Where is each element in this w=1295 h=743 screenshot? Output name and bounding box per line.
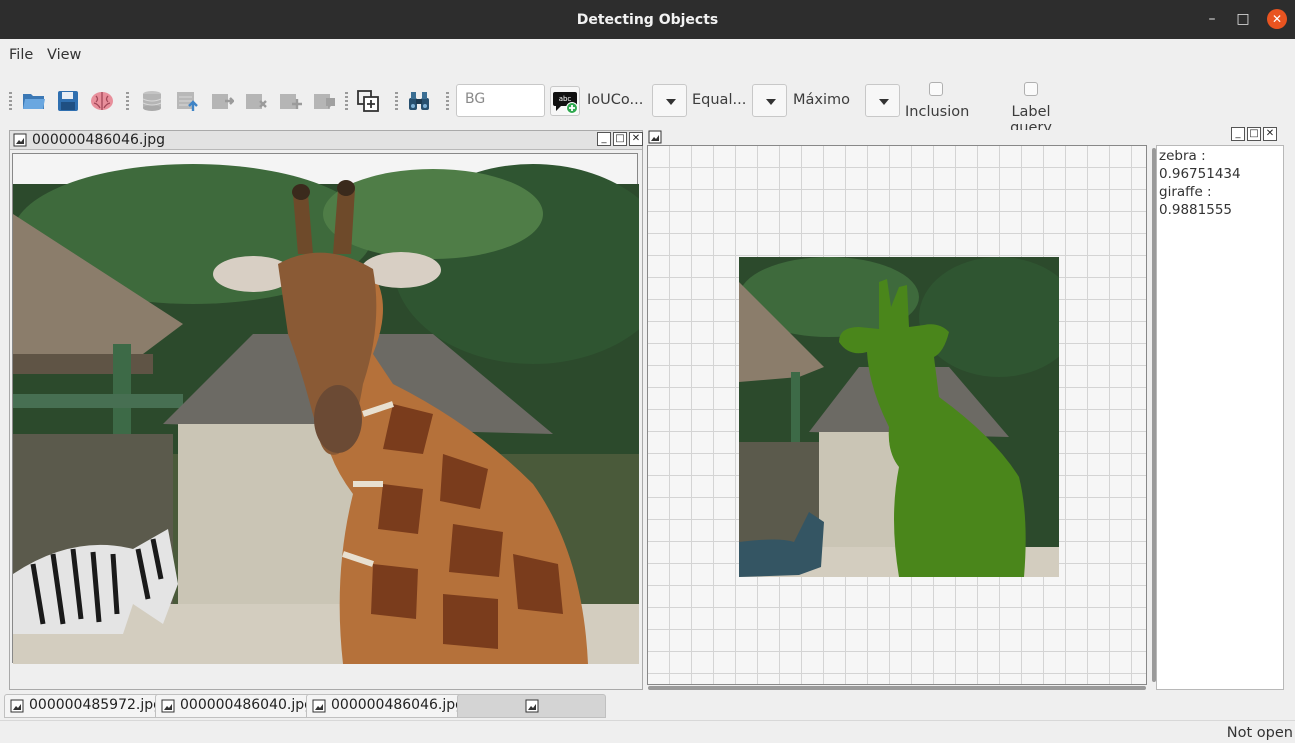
panel-maximize-button[interactable]: □ — [1247, 127, 1261, 141]
label-input[interactable]: BG — [456, 84, 545, 117]
image-subwindow: 000000486046.jpg _ □ ✕ — [9, 130, 643, 690]
tab-image-2[interactable]: 000000486040.jpg — [155, 694, 318, 718]
subwindow-close-button[interactable]: ✕ — [629, 132, 643, 146]
status-bar: Not open — [0, 720, 1295, 743]
box-move-icon[interactable] — [210, 89, 234, 113]
label-query-option[interactable]: Label query — [989, 82, 1073, 136]
labels-panel-controls: _ □ ✕ — [1229, 127, 1277, 141]
menu-bar: File View — [0, 39, 1295, 72]
box-speech-icon[interactable] — [312, 89, 336, 113]
database-icon[interactable] — [140, 89, 164, 113]
database-upload-icon[interactable] — [175, 89, 199, 113]
tab-segmentation[interactable] — [457, 694, 606, 718]
toolbar-grip-3[interactable] — [345, 92, 348, 110]
maximize-button[interactable]: □ — [1233, 9, 1253, 29]
segmentation-doc-icon — [648, 130, 662, 144]
inclusion-option[interactable]: Inclusion — [905, 82, 970, 120]
subwindow-filename: 000000486046.jpg — [32, 132, 165, 148]
tab-doc-icon — [161, 699, 175, 713]
segmentation-subwindow — [644, 130, 1150, 688]
box-add-icon[interactable] — [278, 89, 302, 113]
toolbar-grip-2[interactable] — [126, 92, 129, 110]
image-viewport[interactable] — [12, 153, 639, 664]
segmentation-overlay-image — [739, 257, 1059, 577]
status-text: Not open — [1226, 725, 1293, 741]
tab-label: 000000486040.jpg — [180, 697, 313, 713]
menu-file[interactable]: File — [9, 47, 33, 63]
tab-label: 000000485972.jpg — [29, 697, 162, 713]
tab-doc-icon — [10, 699, 24, 713]
tab-doc-icon — [525, 699, 539, 713]
tab-image-1[interactable]: 000000485972.jpg — [4, 694, 167, 718]
inclusion-checkbox[interactable] — [929, 82, 943, 96]
max-combo-dropdown[interactable] — [865, 84, 900, 117]
menu-view[interactable]: View — [47, 47, 81, 63]
label-query-checkbox[interactable] — [1024, 82, 1038, 96]
segmentation-canvas[interactable] — [647, 145, 1147, 685]
add-label-button[interactable]: abc — [550, 86, 580, 116]
inclusion-label: Inclusion — [905, 104, 970, 120]
brain-icon[interactable] — [90, 89, 114, 113]
tab-doc-icon — [312, 699, 326, 713]
equal-combo-dropdown[interactable] — [752, 84, 787, 117]
window-title: Detecting Objects — [576, 12, 719, 28]
minimize-button[interactable]: – — [1202, 9, 1222, 29]
toolbar-grip[interactable] — [9, 92, 12, 110]
subwindow-minimize-button[interactable]: _ — [597, 132, 611, 146]
abc-add-icon: abc — [553, 92, 578, 114]
list-item[interactable]: giraffe : 0.9881555 — [1159, 183, 1281, 219]
toolbar-grip-5[interactable] — [446, 92, 449, 110]
save-icon[interactable] — [56, 89, 80, 113]
subwindow-maximize-button[interactable]: □ — [613, 132, 627, 146]
panel-minimize-button[interactable]: _ — [1231, 127, 1245, 141]
tab-label: 000000486046.jpg — [331, 697, 464, 713]
toolbar: BG abc IoUCo... Equal... Máximo — [0, 72, 1295, 130]
max-combo-label: Máximo — [793, 92, 851, 108]
box-remove-icon[interactable] — [244, 89, 268, 113]
open-folder-icon[interactable] — [22, 89, 46, 113]
labels-panel: zebra : 0.96751434 giraffe : 0.9881555 — [1156, 145, 1284, 690]
close-button[interactable]: ✕ — [1267, 9, 1287, 29]
list-item[interactable]: zebra : 0.96751434 — [1159, 147, 1281, 183]
giraffe-and-zebra-photo — [13, 164, 639, 664]
iou-combo-label: IoUCo... — [587, 92, 644, 108]
image-doc-icon — [13, 133, 27, 147]
iou-combo-dropdown[interactable] — [652, 84, 687, 117]
window-titlebar: Detecting Objects – □ ✕ — [0, 0, 1295, 39]
subwindow-titlebar[interactable]: 000000486046.jpg _ □ ✕ — [10, 131, 643, 150]
svg-text:abc: abc — [559, 95, 572, 103]
tab-image-3[interactable]: 000000486046.jpg — [306, 694, 469, 718]
toolbar-grip-4[interactable] — [395, 92, 398, 110]
equal-combo-label: Equal... — [692, 92, 747, 108]
document-tab-bar: 000000485972.jpg 000000486040.jpg 000000… — [0, 690, 1295, 720]
copy-add-icon[interactable] — [356, 89, 380, 113]
panel-close-button[interactable]: ✕ — [1263, 127, 1277, 141]
binoculars-icon[interactable] — [407, 89, 431, 113]
